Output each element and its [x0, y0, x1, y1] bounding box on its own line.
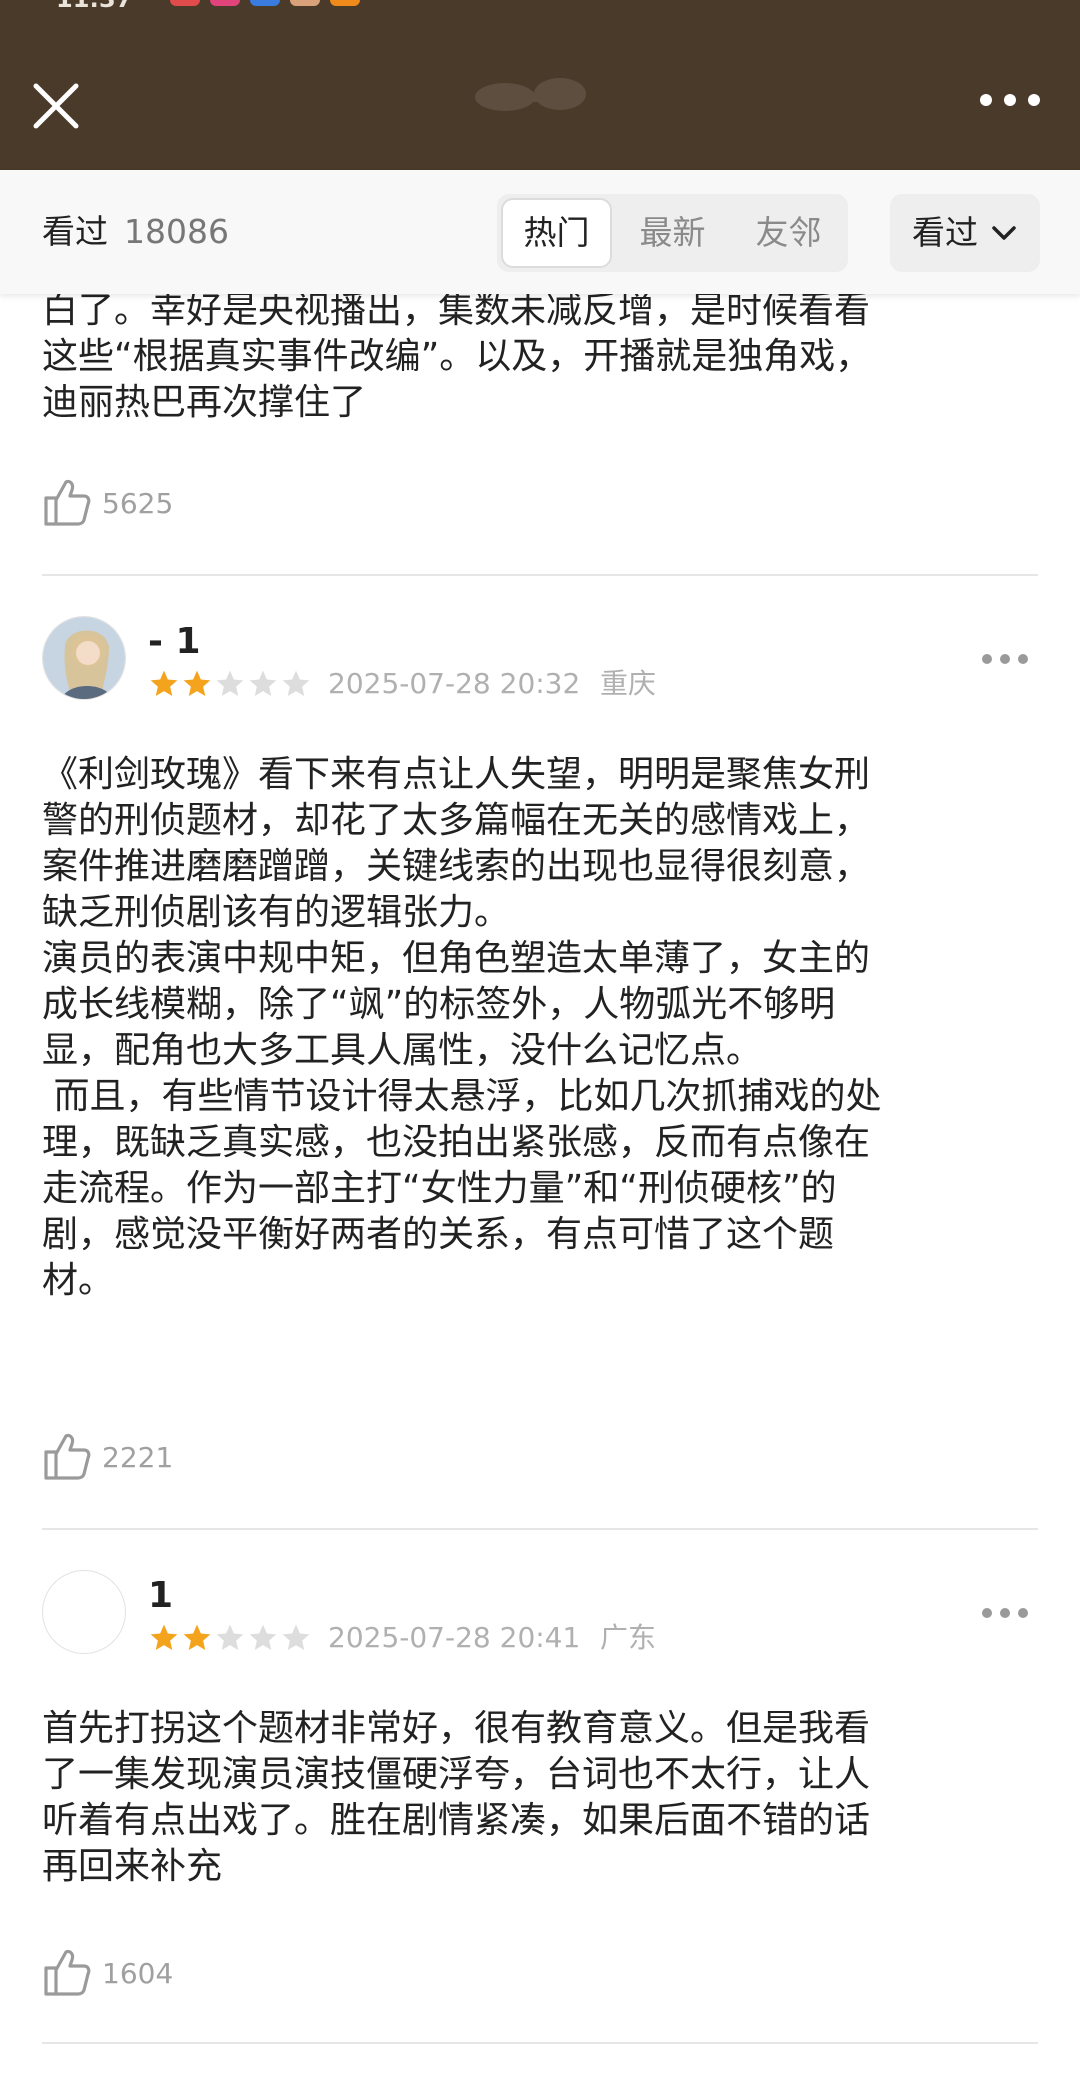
status-app-icon [210, 0, 240, 6]
tab-latest[interactable]: 最新 [617, 194, 728, 272]
username[interactable]: 1 [148, 1574, 173, 1618]
star-empty-icon [282, 670, 310, 696]
watched-label: 看过 [42, 212, 108, 251]
star-filled-icon [183, 670, 211, 696]
star-filled-icon [150, 670, 178, 696]
thumbs-up-icon [44, 479, 91, 526]
more-horizontal-icon [980, 94, 992, 106]
status-app-icon [250, 0, 280, 6]
filter-bar: 看过 18086 热门 最新 友邻 看过 [0, 170, 1080, 294]
tab-hot[interactable]: 热门 [501, 198, 612, 268]
star-empty-icon [216, 670, 244, 696]
rating-stars [148, 668, 318, 700]
thumbs-up-icon [44, 1949, 91, 1996]
rating-stars [148, 1622, 318, 1654]
sort-segmented-control: 热门 最新 友邻 [497, 194, 848, 272]
star-filled-icon [150, 1624, 178, 1650]
comment-more-button[interactable] [982, 654, 1028, 666]
header-logo [465, 72, 615, 122]
chevron-down-icon [992, 226, 1016, 240]
more-dot [1000, 1608, 1010, 1618]
status-time: 11:37 [56, 0, 146, 8]
close-button[interactable] [30, 80, 82, 132]
comment-region: 广东 [600, 1621, 657, 1654]
thumbs-up-icon [44, 1433, 91, 1480]
username[interactable]: - 1 [148, 620, 201, 664]
more-horizontal-icon [982, 1608, 992, 1618]
avatar[interactable] [42, 616, 126, 700]
star-empty-icon [249, 670, 277, 696]
comment-date: 2025-07-28 20:32 [328, 667, 581, 700]
status-indicators [760, 0, 1020, 8]
star-empty-icon [249, 1624, 277, 1650]
star-filled-icon [183, 1624, 211, 1650]
status-app-icon [330, 0, 360, 6]
status-app-icon [170, 0, 200, 6]
comment-list: 白了。幸好是央视播出，集数未减反增，是时候看看 这些“根据真实事件改编”。以及，… [0, 294, 1080, 2083]
more-dot [1000, 654, 1010, 664]
star-empty-icon [216, 1624, 244, 1650]
comment-region: 重庆 [600, 667, 657, 700]
top-app-bar: 11:37 [0, 0, 1080, 170]
more-dot [1004, 94, 1016, 106]
comment-more-button[interactable] [982, 1608, 1028, 1620]
more-horizontal-icon [982, 654, 992, 664]
divider [42, 574, 1038, 576]
status-bar: 11:37 [0, 0, 1080, 16]
comment-date: 2025-07-28 20:41 [328, 1621, 581, 1654]
like-count: 5625 [102, 487, 174, 520]
star-empty-icon [282, 1624, 310, 1650]
more-dot [1018, 654, 1028, 664]
watched-count: 18086 [124, 212, 229, 251]
divider [42, 1528, 1038, 1530]
more-button[interactable] [980, 92, 1040, 112]
close-icon [33, 83, 79, 129]
divider [42, 2042, 1038, 2044]
comment-text: 首先打拐这个题材非常好，很有教育意义。但是我看 了一集发现演员演技僵硬浮夸，台词… [42, 1708, 871, 1887]
comment-text: 《利剑玫瑰》看下来有点让人失望，明明是聚焦女刑 警的刑侦题材，却花了太多篇幅在无… [42, 754, 882, 1301]
avatar[interactable] [42, 1570, 126, 1654]
like-count: 1604 [102, 1957, 174, 1990]
status-app-icon [290, 0, 320, 6]
more-dot [1018, 1608, 1028, 1618]
dropdown-label: 看过 [912, 213, 978, 252]
watched-filter-dropdown[interactable]: 看过 [890, 194, 1040, 272]
comment-text: 白了。幸好是央视播出，集数未减反增，是时候看看 这些“根据真实事件改编”。以及，… [42, 294, 872, 423]
more-dot [1028, 94, 1040, 106]
like-count: 2221 [102, 1441, 174, 1474]
tab-friends[interactable]: 友邻 [733, 194, 844, 272]
